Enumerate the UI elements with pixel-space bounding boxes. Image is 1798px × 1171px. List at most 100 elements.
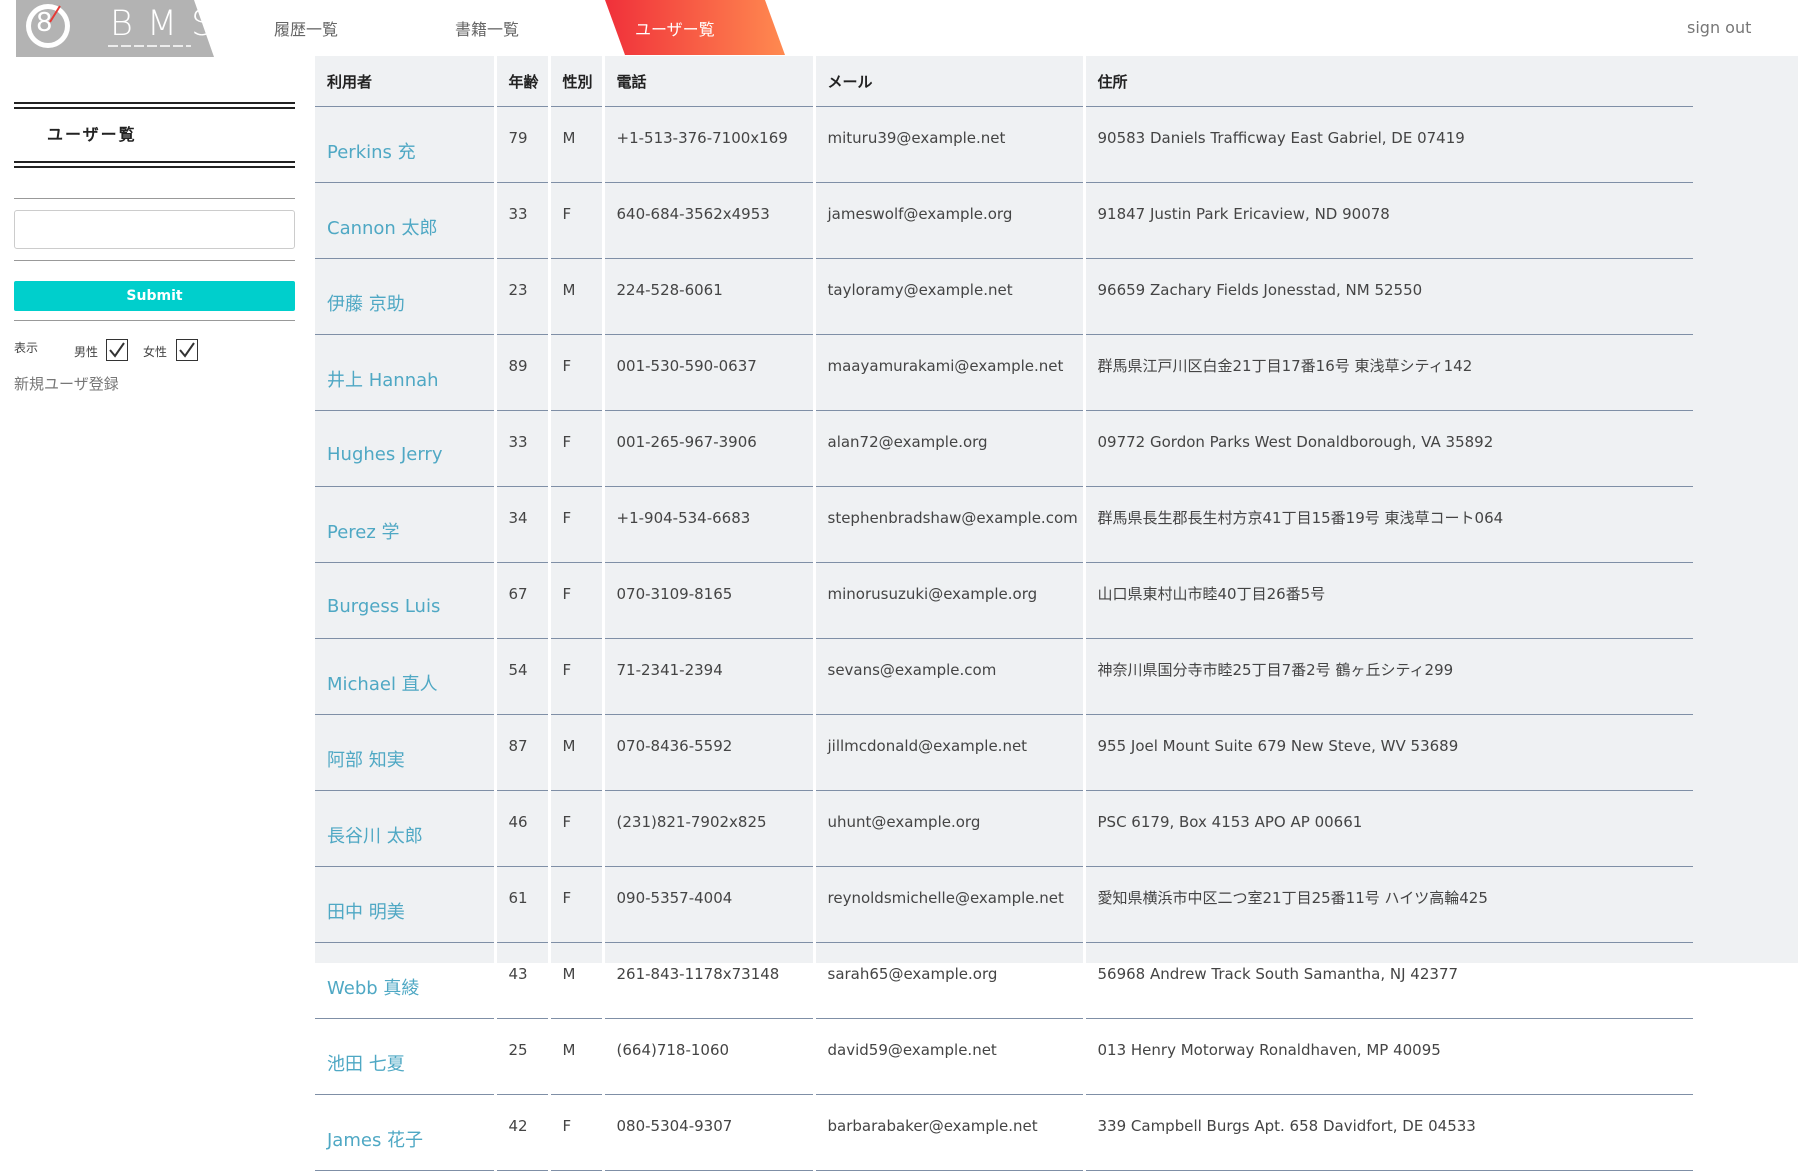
- address-cell: 神奈川県国分寺市睦25丁目7番2号 鶴ヶ丘シティ299: [1084, 638, 1693, 715]
- gender-cell: F: [549, 410, 605, 487]
- age-cell: 46: [495, 790, 551, 867]
- age-cell: 67: [495, 562, 551, 639]
- phone-cell: 090-5357-4004: [603, 866, 816, 943]
- email-cell: tayloramy@example.net: [814, 258, 1086, 335]
- display-label: 表示: [14, 341, 39, 355]
- user-name-link[interactable]: 伊藤 京助: [315, 258, 497, 335]
- age-cell: 34: [495, 486, 551, 563]
- search-divider-bottom: [14, 260, 295, 261]
- submit-divider: [14, 320, 295, 321]
- female-checkbox[interactable]: [176, 339, 198, 361]
- age-cell: 79: [495, 106, 551, 183]
- user-name-link[interactable]: James 花子: [315, 1094, 497, 1171]
- header-address[interactable]: 住所: [1084, 56, 1693, 107]
- user-name-link[interactable]: 井上 Hannah: [315, 334, 497, 411]
- table-body: Perkins 充 79 M +1-513-376-7100x169 mituru39@…: [315, 106, 1693, 1171]
- header-user[interactable]: 利用者: [315, 56, 497, 107]
- user-name-link[interactable]: 田中 明美: [315, 866, 497, 943]
- email-cell: reynoldsmichelle@example.net: [814, 866, 1086, 943]
- search-input[interactable]: [14, 210, 295, 249]
- gender-filters: 表示 男性 女性: [14, 329, 295, 369]
- email-cell: sevans@example.com: [814, 638, 1086, 715]
- check-icon: [179, 342, 195, 358]
- email-cell: sarah65@example.org: [814, 942, 1086, 1019]
- header-email[interactable]: メール: [814, 56, 1086, 107]
- user-name-link[interactable]: Michael 直人: [315, 638, 497, 715]
- header-gender[interactable]: 性別: [549, 56, 605, 107]
- register-user-link[interactable]: 新規ユーザ登録: [14, 373, 295, 394]
- logo-digit: 8: [36, 8, 53, 38]
- address-cell: 群馬県江戸川区白金21丁目17番16号 東浅草シティ142: [1084, 334, 1693, 411]
- address-cell: 339 Campbell Burgs Apt. 658 Davidfort, D…: [1084, 1094, 1693, 1171]
- user-name-link[interactable]: Burgess Luis: [315, 562, 497, 639]
- male-checkbox[interactable]: [106, 339, 128, 361]
- address-cell: PSC 6179, Box 4153 APO AP 00661: [1084, 790, 1693, 867]
- female-label: 女性: [143, 345, 168, 359]
- email-cell: david59@example.net: [814, 1018, 1086, 1095]
- table-row: 伊藤 京助 23 M 224-528-6061 tayloramy@example.ne…: [315, 258, 1693, 335]
- user-name-link[interactable]: Perez 学: [315, 486, 497, 563]
- user-name-link[interactable]: Webb 真綾: [315, 942, 497, 1019]
- users-table: 利用者 年齢 性別 電話 メール 住所 Perkins 充 79 M +1-513-3…: [315, 56, 1693, 1171]
- phone-cell: 070-8436-5592: [603, 714, 816, 791]
- age-cell: 87: [495, 714, 551, 791]
- user-name-link[interactable]: 長谷川 太郎: [315, 790, 497, 867]
- search-divider-top: [14, 198, 295, 199]
- gender-cell: M: [549, 714, 605, 791]
- table-row: Perkins 充 79 M +1-513-376-7100x169 mituru39@…: [315, 106, 1693, 183]
- gender-cell: M: [549, 106, 605, 183]
- table-row: Webb 真綾 43 M 261-843-1178x73148 sarah65@exam…: [315, 942, 1693, 1019]
- phone-cell: (664)718-1060: [603, 1018, 816, 1095]
- nav-users-tab[interactable]: ユーザー覧: [605, 0, 785, 55]
- check-icon: [109, 342, 125, 358]
- phone-cell: (231)821-7902x825: [603, 790, 816, 867]
- users-table-panel: 利用者 年齢 性別 電話 メール 住所 Perkins 充 79 M +1-513-3…: [315, 56, 1798, 1171]
- table-row: 長谷川 太郎 46 F (231)821-7902x825 uhunt@example.…: [315, 790, 1693, 867]
- nav-users-label: ユーザー覧: [635, 20, 715, 39]
- header-phone[interactable]: 電話: [603, 56, 816, 107]
- address-cell: 09772 Gordon Parks West Donaldborough, V…: [1084, 410, 1693, 487]
- phone-cell: 261-843-1178x73148: [603, 942, 816, 1019]
- email-cell: barbarabaker@example.net: [814, 1094, 1086, 1171]
- sign-out-link[interactable]: sign out: [1687, 18, 1751, 37]
- header-age[interactable]: 年齢: [495, 56, 551, 107]
- user-name-link[interactable]: Cannon 太郎: [315, 182, 497, 259]
- table-row: James 花子 42 F 080-5304-9307 barbarabaker@exa…: [315, 1094, 1693, 1171]
- phone-cell: 640-684-3562x4953: [603, 182, 816, 259]
- submit-button[interactable]: Submit: [14, 281, 295, 311]
- table-row: Hughes Jerry 33 F 001-265-967-3906 alan72@ex…: [315, 410, 1693, 487]
- email-cell: uhunt@example.org: [814, 790, 1086, 867]
- phone-cell: 070-3109-8165: [603, 562, 816, 639]
- nav-books-link[interactable]: 書籍一覧: [455, 16, 519, 40]
- email-cell: stephenbradshaw@example.com: [814, 486, 1086, 563]
- user-name-link[interactable]: 阿部 知実: [315, 714, 497, 791]
- gender-cell: F: [549, 562, 605, 639]
- address-cell: 山口県東村山市睦40丁目26番5号: [1084, 562, 1693, 639]
- table-row: 井上 Hannah 89 F 001-530-590-0637 maayamurakam…: [315, 334, 1693, 411]
- sidebar-title: ユーザー覧: [47, 125, 137, 144]
- address-cell: 群馬県長生郡長生村方京41丁目15番19号 東浅草コート064: [1084, 486, 1693, 563]
- gender-cell: F: [549, 866, 605, 943]
- table-row: Perez 学 34 F +1-904-534-6683 stephenbradshaw…: [315, 486, 1693, 563]
- app-logo[interactable]: 8 BMS: [16, 0, 214, 57]
- gender-cell: F: [549, 334, 605, 411]
- email-cell: jillmcdonald@example.net: [814, 714, 1086, 791]
- user-name-link[interactable]: Hughes Jerry: [315, 410, 497, 487]
- phone-cell: 71-2341-2394: [603, 638, 816, 715]
- table-row: Cannon 太郎 33 F 640-684-3562x4953 jameswolf@e…: [315, 182, 1693, 259]
- user-name-link[interactable]: 池田 七夏: [315, 1018, 497, 1095]
- phone-cell: +1-904-534-6683: [603, 486, 816, 563]
- gender-cell: F: [549, 790, 605, 867]
- nav-history-link[interactable]: 履歴一覧: [274, 16, 338, 40]
- top-header: 8 BMS 履歴一覧 書籍一覧 ユーザー覧 sign out: [0, 0, 1798, 57]
- user-name-link[interactable]: Perkins 充: [315, 106, 497, 183]
- phone-cell: +1-513-376-7100x169: [603, 106, 816, 183]
- age-cell: 89: [495, 334, 551, 411]
- phone-cell: 001-530-590-0637: [603, 334, 816, 411]
- gender-cell: M: [549, 942, 605, 1019]
- table-header-row: 利用者 年齢 性別 電話 メール 住所: [315, 56, 1693, 107]
- address-cell: 91847 Justin Park Ericaview, ND 90078: [1084, 182, 1693, 259]
- phone-cell: 080-5304-9307: [603, 1094, 816, 1171]
- phone-cell: 001-265-967-3906: [603, 410, 816, 487]
- gender-cell: F: [549, 486, 605, 563]
